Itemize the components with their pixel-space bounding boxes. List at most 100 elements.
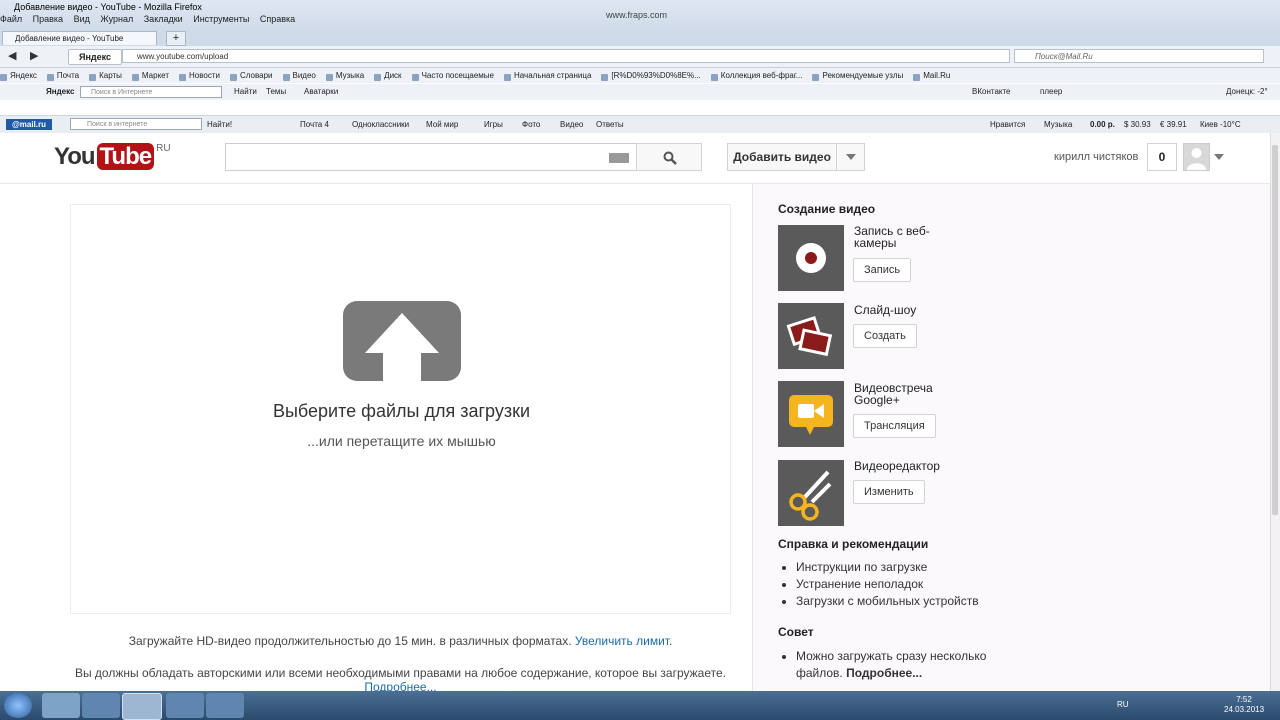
scrollbar-thumb[interactable]	[1272, 145, 1278, 515]
browser-tab[interactable]: Добавление видео - YouTube	[2, 31, 157, 45]
mailru-ok-link[interactable]: Одноклассники	[352, 116, 409, 133]
search-input[interactable]	[225, 143, 637, 171]
tip-more-link[interactable]: Подробнее...	[846, 666, 922, 680]
address-bar[interactable]: www.youtube.com/upload	[122, 49, 1010, 63]
chrome-taskbar-icon[interactable]	[82, 693, 120, 718]
bookmark-item[interactable]: Коллекция веб-фраг...	[711, 71, 803, 80]
edit-button[interactable]: Изменить	[853, 480, 925, 504]
avatar[interactable]	[1183, 143, 1210, 171]
bookmark-item[interactable]: Часто посещаемые	[412, 71, 494, 80]
player-button[interactable]: плеер	[1040, 84, 1062, 100]
upload-subtitle: ...или перетащите их мышью	[307, 433, 496, 449]
account-menu-chevron-icon[interactable]	[1214, 154, 1224, 160]
user-silhouette-icon	[1187, 148, 1206, 170]
skype-taskbar-icon[interactable]	[206, 693, 244, 718]
increase-limit-link[interactable]: Увеличить лимит	[575, 634, 669, 648]
menu-history[interactable]: Журнал	[100, 14, 133, 24]
start-button[interactable]	[4, 693, 32, 718]
bookmark-item[interactable]: Почта	[47, 71, 79, 80]
yandex-avatars-button[interactable]: Аватарки	[304, 84, 338, 100]
notifications-count[interactable]: 0	[1147, 143, 1177, 171]
menu-tools[interactable]: Инструменты	[193, 14, 249, 24]
windows-taskbar: RU 7:52 24.03.2013	[0, 691, 1280, 720]
browser-search-input[interactable]: Поиск@Mail.Ru	[1014, 49, 1264, 63]
bookmark-item[interactable]: Новости	[179, 71, 220, 80]
explorer-taskbar-icon[interactable]	[42, 693, 80, 718]
mailru-answers-link[interactable]: Ответы	[596, 116, 624, 133]
mailru-photo-link[interactable]: Фото	[522, 116, 540, 133]
bookmark-item[interactable]: Яндекс	[0, 71, 37, 80]
forward-icon[interactable]: ▶	[30, 49, 38, 62]
menu-edit[interactable]: Правка	[33, 14, 63, 24]
account-username[interactable]: кирилл чистяков	[1054, 151, 1138, 163]
help-links-list: Инструкции по загрузке Устранение непола…	[778, 559, 979, 610]
mailru-video-link[interactable]: Видео	[560, 116, 583, 133]
clock-time: 7:52	[1236, 695, 1252, 704]
upload-title[interactable]: Выберите файлы для загрузки	[71, 401, 732, 422]
mailru-myworld-link[interactable]: Мой мир	[426, 116, 458, 133]
hd-limit-note: Загружайте HD-видео продолжительностью д…	[128, 634, 673, 648]
webcam-option-label: Запись с веб-камеры	[854, 224, 930, 250]
new-tab-button[interactable]: +	[166, 31, 186, 46]
system-clock[interactable]: 7:52 24.03.2013	[1224, 695, 1264, 715]
yandex-find-button[interactable]: Найти	[234, 84, 257, 100]
upload-arrow-icon[interactable]	[343, 301, 461, 381]
menu-view[interactable]: Вид	[74, 14, 90, 24]
menu-file[interactable]: Файл	[0, 14, 22, 24]
back-icon[interactable]: ◀	[8, 49, 16, 62]
upload-dropzone[interactable]: Выберите файлы для загрузки ...или перет…	[70, 204, 731, 614]
menu-help[interactable]: Справка	[260, 14, 295, 24]
fraps-taskbar-icon[interactable]	[166, 693, 204, 718]
video-editor-tile[interactable]	[778, 460, 844, 526]
yandex-themes-button[interactable]: Темы	[266, 84, 286, 100]
broadcast-button[interactable]: Трансляция	[853, 414, 936, 438]
vkontakte-button[interactable]: ВКонтакте	[972, 84, 1011, 100]
yandex-identity-button[interactable]: Яндекс	[68, 49, 122, 65]
bookmark-item[interactable]: Словари	[230, 71, 273, 80]
slideshow-icon	[786, 315, 833, 357]
record-button[interactable]: Запись	[853, 258, 912, 282]
weather-kiev: Киев -10°C	[1200, 120, 1241, 129]
keyboard-icon[interactable]	[609, 153, 629, 163]
upload-video-button[interactable]: Добавить видео	[727, 143, 837, 171]
rights-note-text: Вы должны обладать авторскими или всеми …	[74, 666, 727, 680]
weather-donetsk[interactable]: Донецк: -2°	[1226, 84, 1268, 100]
create-slideshow-button[interactable]: Создать	[853, 324, 917, 348]
bookmark-item[interactable]: Начальная страница	[504, 71, 591, 80]
help-title: Справка и рекомендации	[778, 537, 929, 551]
slideshow-tile[interactable]	[778, 303, 844, 369]
rights-note: Вы должны обладать авторскими или всеми …	[70, 666, 731, 694]
eur-rate: € 39.91	[1160, 120, 1187, 129]
upload-menu-button[interactable]	[836, 143, 865, 171]
bookmark-item[interactable]: Mail.Ru	[913, 71, 950, 80]
search-button[interactable]	[636, 143, 702, 171]
bookmark-item[interactable]: Маркет	[132, 71, 169, 80]
mailru-games-link[interactable]: Игры	[484, 116, 503, 133]
bookmark-item[interactable]: Рекомендуемые узлы	[812, 71, 903, 80]
bookmark-item[interactable]: Музыка	[326, 71, 364, 80]
menu-bookmarks[interactable]: Закладки	[144, 14, 183, 24]
help-link-mobile-uploads[interactable]: Загрузки с мобильных устройств	[796, 593, 979, 610]
mailru-find-button[interactable]: Найти!	[207, 116, 232, 133]
firefox-taskbar-icon[interactable]	[122, 693, 162, 720]
mailru-search-input[interactable]: Поиск в интернете	[70, 118, 202, 130]
menu-bar: Файл Правка Вид Журнал Закладки Инструме…	[0, 14, 560, 28]
mailru-mail-link[interactable]: Почта 4	[300, 116, 329, 133]
bookmark-item[interactable]: Диск	[374, 71, 401, 80]
balance-readout: 0.00 р.	[1090, 120, 1115, 129]
webcam-tile[interactable]	[778, 225, 844, 291]
mailru-like-button[interactable]: Нравится	[990, 116, 1025, 133]
bookmark-item[interactable]: Видео	[283, 71, 316, 80]
bookmark-item[interactable]: Карты	[89, 71, 122, 80]
language-indicator[interactable]: RU	[1117, 700, 1129, 709]
help-link-upload-instructions[interactable]: Инструкции по загрузке	[796, 559, 979, 576]
youtube-logo[interactable]: You Tube RU	[54, 143, 171, 171]
mailru-logo[interactable]: @mail.ru	[6, 119, 52, 130]
usd-rate: $ 30.93	[1124, 120, 1151, 129]
help-link-troubleshooting[interactable]: Устранение неполадок	[796, 576, 979, 593]
bookmark-item[interactable]: [R%D0%93%D0%8E%...	[601, 71, 700, 80]
clock-date: 24.03.2013	[1224, 705, 1265, 714]
yandex-search-input[interactable]: Поиск в Интернете	[80, 86, 222, 98]
mailru-music-button[interactable]: Музыка	[1044, 116, 1072, 133]
hangout-tile[interactable]	[778, 381, 844, 447]
